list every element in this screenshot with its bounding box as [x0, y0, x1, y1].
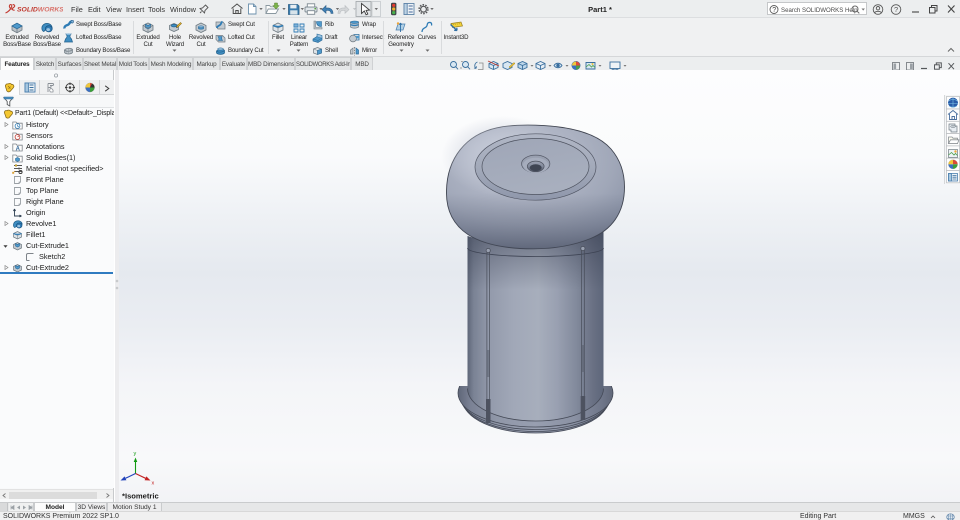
svg-text:Search SOLIDWORKS Help: Search SOLIDWORKS Help — [781, 7, 858, 14]
svg-text:?: ? — [894, 5, 898, 14]
svg-text:A: A — [16, 146, 21, 152]
svg-text:*Isometric: *Isometric — [122, 492, 159, 501]
svg-text:x: x — [152, 481, 155, 487]
svg-text:?: ? — [772, 7, 776, 14]
svg-text:y: y — [134, 451, 137, 457]
